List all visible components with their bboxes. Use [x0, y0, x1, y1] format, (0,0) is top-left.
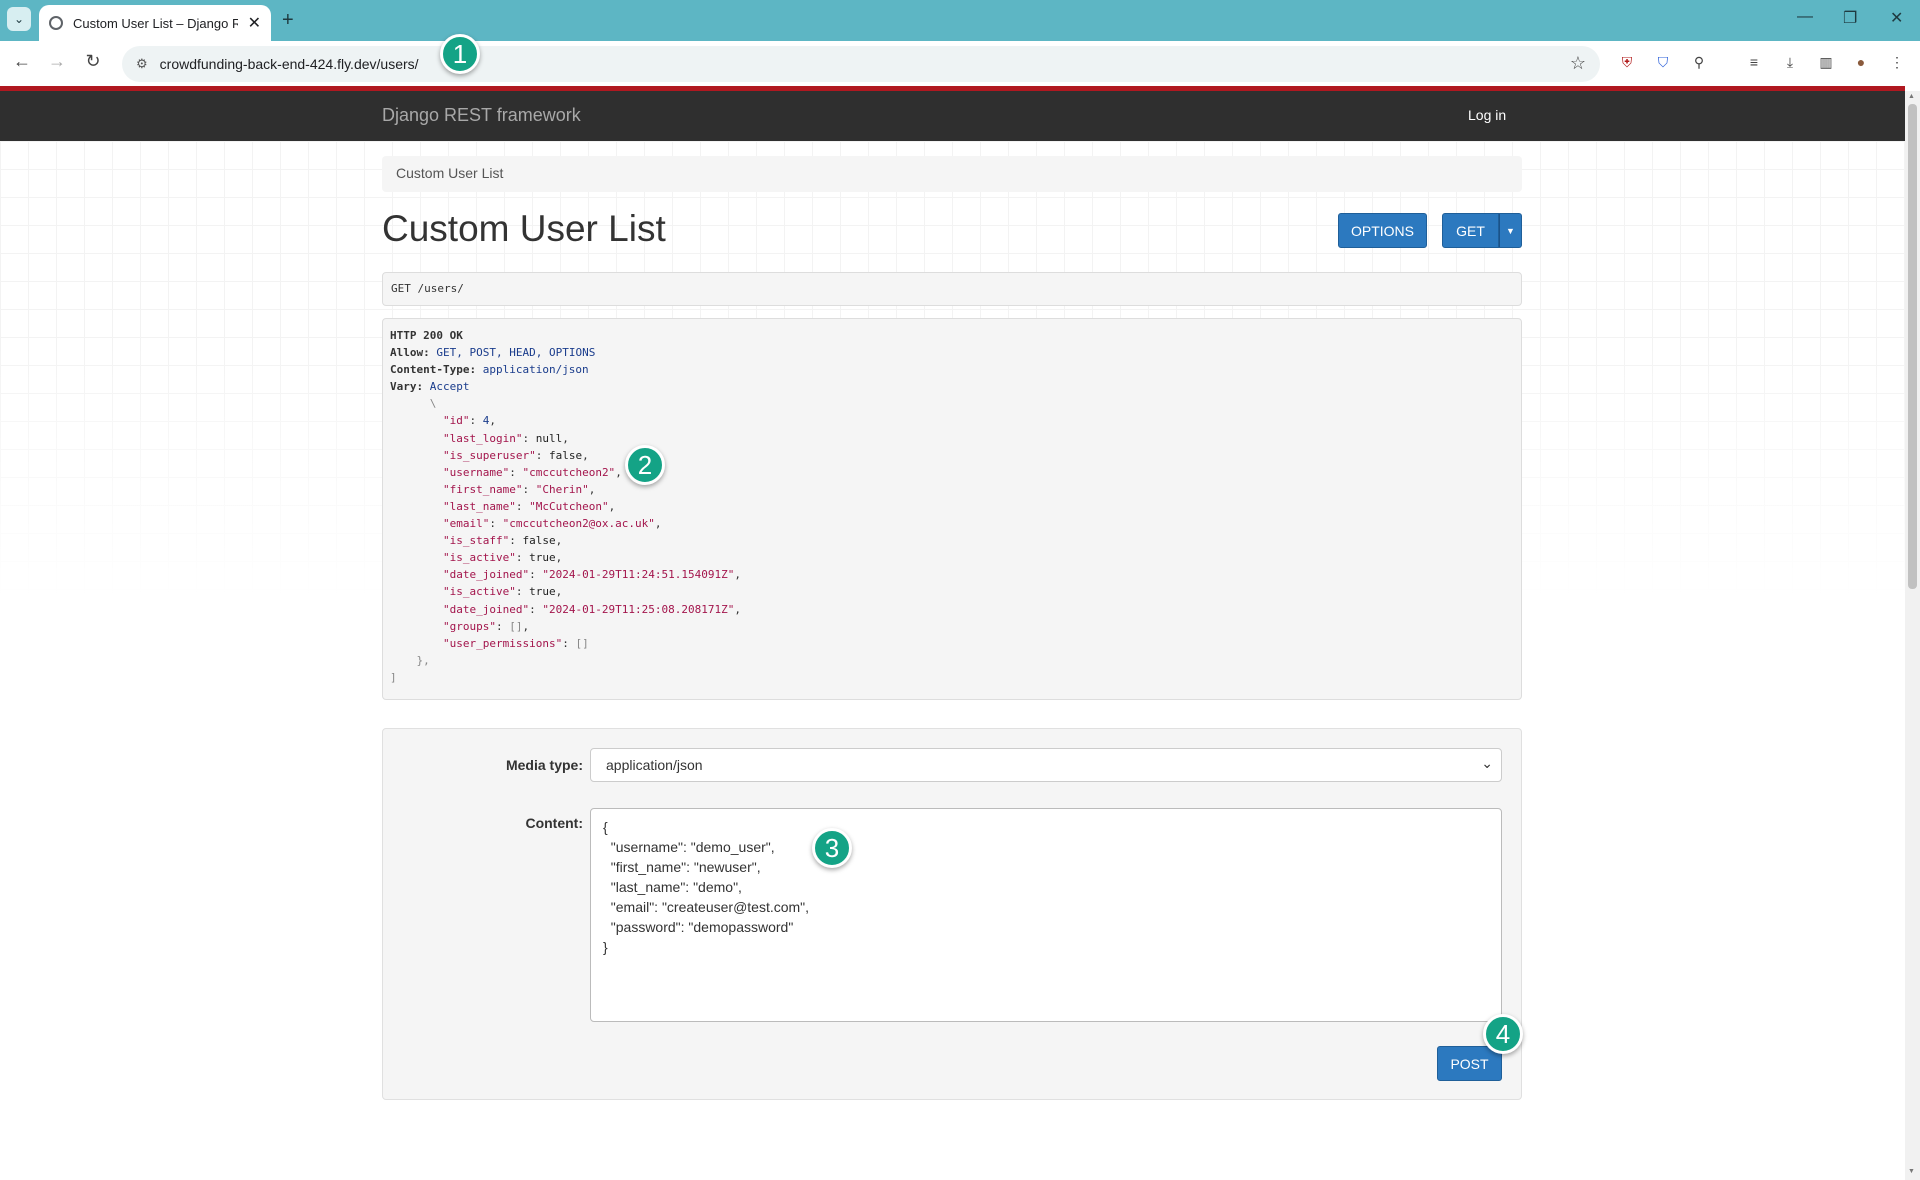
bookmark-star-icon[interactable]: ☆ — [1570, 53, 1586, 74]
json-key: "is_staff" — [442, 534, 510, 548]
extensions-icon[interactable]: ⚲ — [1689, 52, 1709, 72]
json-key: "user_permissions" — [442, 636, 563, 650]
step-marker-4: 4 — [1483, 1014, 1523, 1054]
navbar-brand[interactable]: Django REST framework — [382, 105, 581, 126]
side-panel-icon[interactable]: ▥ — [1816, 52, 1836, 72]
step-marker-3: 3 — [812, 828, 852, 868]
forward-icon[interactable]: → — [45, 51, 69, 72]
response-array-close: ] — [390, 670, 397, 684]
response-info: HTTP 200 OK Allow: GET, POST, HEAD, OPTI… — [382, 318, 1522, 700]
new-tab-icon[interactable]: + — [282, 9, 294, 32]
json-key: "id" — [442, 414, 470, 428]
response-header-value: application/json — [482, 363, 589, 377]
window-close-icon[interactable]: ✕ — [1890, 8, 1903, 28]
minimize-icon[interactable]: — — [1797, 8, 1813, 26]
reload-icon[interactable]: ↻ — [81, 51, 105, 72]
response-header-key: Allow: — [390, 346, 430, 360]
ublock-icon[interactable]: ⛨ — [1617, 52, 1637, 72]
close-icon[interactable]: ✕ — [248, 13, 261, 33]
json-key: "date_joined" — [442, 602, 530, 616]
json-key: "is_active" — [442, 585, 516, 599]
get-format-dropdown[interactable]: ▼ — [1499, 213, 1522, 248]
json-value: "Cherin" — [535, 482, 589, 496]
response-object-close: }, — [390, 653, 430, 667]
scroll-down-icon[interactable]: ▼ — [1908, 1168, 1915, 1175]
json-key: "username" — [442, 465, 510, 479]
content-textarea[interactable]: { "username": "demo_user", "first_name":… — [590, 808, 1502, 1022]
json-key: "groups" — [442, 619, 496, 633]
response-body-open: \ — [390, 397, 437, 411]
response-header-key: Content-Type: — [390, 363, 477, 377]
menu-icon[interactable]: ⋮ — [1887, 52, 1907, 72]
json-value: [] — [575, 636, 589, 650]
breadcrumb: Custom User List — [382, 156, 1522, 192]
json-value: 4 — [482, 414, 490, 428]
request-info: GET /users/ — [382, 272, 1522, 306]
avatar[interactable]: ● — [1851, 52, 1871, 72]
tab-search-icon[interactable]: ⌄ — [7, 7, 31, 31]
response-header-value: GET, POST, HEAD, OPTIONS — [436, 346, 596, 360]
bitwarden-icon[interactable]: ⛉ — [1653, 52, 1673, 72]
json-key: "last_name" — [442, 499, 516, 513]
response-header-key: Vary: — [390, 380, 424, 394]
chevron-down-icon: ⌄ — [1481, 755, 1493, 771]
get-button[interactable]: GET — [1442, 213, 1499, 248]
download-icon[interactable]: ⤓ — [1780, 52, 1800, 72]
django-navbar: Django REST framework Log in — [0, 91, 1905, 141]
json-key: "is_active" — [442, 551, 516, 565]
address-bar[interactable]: ⚙ crowdfunding-back-end-424.fly.dev/user… — [122, 46, 1600, 82]
json-value: null — [535, 431, 563, 445]
breadcrumb-item[interactable]: Custom User List — [396, 165, 503, 181]
json-value: false — [522, 534, 556, 548]
json-key: "first_name" — [442, 482, 523, 496]
json-value: "cmccutcheon2" — [522, 465, 616, 479]
json-value: false — [548, 448, 583, 462]
page-title: Custom User List — [382, 208, 666, 249]
json-value: "McCutcheon" — [529, 499, 609, 513]
restore-icon[interactable]: ❐ — [1843, 8, 1857, 28]
media-type-select[interactable]: application/json ⌄ — [590, 748, 1502, 782]
globe-icon — [49, 16, 63, 30]
json-value: "cmccutcheon2@ox.ac.uk" — [502, 517, 655, 531]
step-marker-2: 2 — [625, 445, 665, 485]
json-value: "2024-01-29T11:25:08.208171Z" — [542, 602, 735, 616]
media-type-value: application/json — [606, 757, 703, 773]
json-key: "is_superuser" — [442, 448, 536, 462]
scrollbar-thumb[interactable] — [1908, 104, 1917, 589]
back-icon[interactable]: ← — [10, 51, 34, 72]
reading-list-icon[interactable]: ≡ — [1744, 52, 1764, 72]
browser-tab[interactable]: Custom User List – Django REST ✕ — [39, 5, 271, 41]
caret-down-icon: ▼ — [1506, 225, 1515, 236]
json-value: true — [529, 551, 556, 565]
content-label: Content: — [525, 815, 583, 831]
step-marker-1: 1 — [440, 34, 480, 74]
tab-title: Custom User List – Django REST — [73, 15, 238, 31]
options-button[interactable]: OPTIONS — [1338, 213, 1427, 248]
json-key: "date_joined" — [442, 568, 530, 582]
post-form-panel: Media type: application/json ⌄ Content: … — [382, 728, 1522, 1100]
site-info-icon[interactable]: ⚙ — [136, 56, 148, 72]
scroll-up-icon[interactable]: ▲ — [1908, 93, 1915, 100]
json-value: [] — [509, 619, 523, 633]
json-value: true — [529, 585, 556, 599]
response-header-value: Accept — [429, 380, 470, 394]
response-status: HTTP 200 OK — [390, 329, 463, 342]
url-text: crowdfunding-back-end-424.fly.dev/users/ — [159, 56, 419, 72]
media-type-label: Media type: — [505, 757, 583, 773]
json-key: "email" — [442, 517, 490, 531]
login-link[interactable]: Log in — [1468, 107, 1506, 123]
json-key: "last_login" — [442, 431, 523, 445]
json-value: "2024-01-29T11:24:51.154091Z" — [542, 568, 735, 582]
browser-tab-strip: ⌄ Custom User List – Django REST ✕ + — ❐… — [0, 0, 1920, 41]
browser-toolbar: ← → ↻ ⚙ crowdfunding-back-end-424.fly.de… — [0, 41, 1920, 86]
